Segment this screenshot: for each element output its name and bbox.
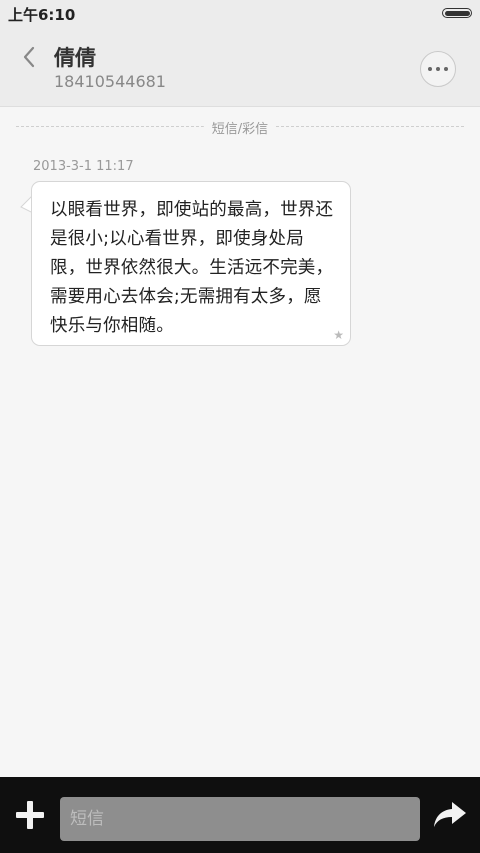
chevron-left-icon[interactable] [20, 45, 40, 69]
more-dots-icon[interactable] [420, 51, 456, 87]
plus-icon[interactable] [14, 799, 46, 831]
battery-full-icon [442, 8, 472, 18]
conversation-header: 倩倩 18410544681 [0, 28, 480, 107]
status-time: 上午6:10 [8, 6, 76, 24]
star-icon[interactable]: ★ [333, 328, 344, 342]
message-timestamp: 2013-3-1 11:17 [33, 159, 134, 174]
message-type-divider: 短信/彩信 [16, 118, 464, 137]
message-bubble[interactable]: 以眼看世界，即使站的最高，世界还是很小;以心看世界，即使身处局限，世界依然很大。… [31, 181, 351, 346]
message-text: 以眼看世界，即使站的最高，世界还是很小;以心看世界，即使身处局限，世界依然很大。… [50, 200, 334, 336]
send-arrow-icon[interactable] [432, 799, 468, 831]
message-input[interactable] [60, 797, 420, 841]
contact-name[interactable]: 倩倩 [54, 42, 96, 72]
composer-bar [0, 777, 480, 853]
contact-number: 18410544681 [54, 72, 166, 91]
divider-label: 短信/彩信 [203, 118, 277, 137]
status-bar: 上午6:10 [0, 0, 480, 28]
